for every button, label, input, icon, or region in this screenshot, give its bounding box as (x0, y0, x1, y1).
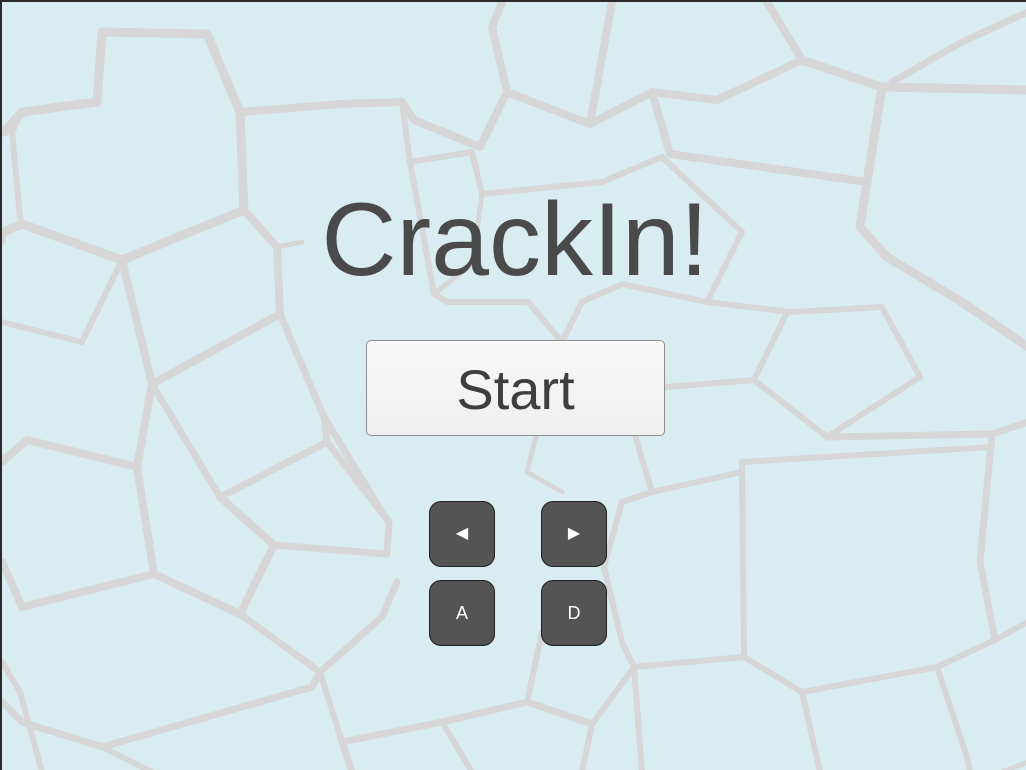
right-arrow-key-icon: ▶ (541, 501, 607, 567)
right-arrow-glyph: ▶ (567, 525, 581, 542)
d-key-label: D (567, 602, 581, 623)
game-canvas: CrackIn! Start ◀ ▶ A D (0, 0, 1026, 770)
left-arrow-key-icon: ◀ (429, 501, 495, 567)
game-title: CrackIn! (321, 182, 709, 298)
start-button-label: Start (456, 357, 575, 421)
d-key-icon: D (541, 580, 607, 646)
left-arrow-glyph: ◀ (455, 525, 469, 542)
a-key-icon: A (429, 580, 495, 646)
a-key-label: A (455, 602, 468, 623)
start-button[interactable]: Start (366, 340, 665, 436)
